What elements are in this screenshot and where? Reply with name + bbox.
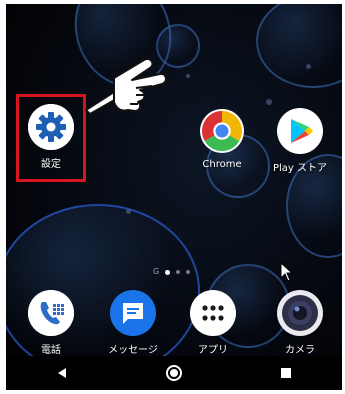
page-indicator-google: G (153, 267, 160, 276)
app-phone[interactable]: 電話 (16, 290, 86, 356)
page-dot (165, 269, 171, 275)
wallpaper-dot (186, 74, 190, 78)
wallpaper-dot (306, 64, 311, 69)
wallpaper-bubble (256, 4, 342, 88)
app-label: 電話 (41, 345, 61, 356)
wallpaper-dot (126, 209, 131, 214)
play-store-icon (277, 108, 323, 154)
page-indicator: G (153, 267, 191, 276)
app-drawer-icon (190, 290, 236, 336)
app-label: メッセージ (108, 345, 158, 356)
recents-square-icon (281, 368, 291, 378)
wallpaper-dot (266, 99, 272, 105)
recents-button[interactable] (266, 358, 306, 388)
navigation-bar (6, 356, 342, 390)
app-play-store[interactable]: Play ストア (265, 108, 335, 174)
app-label: Chrome (202, 159, 242, 170)
app-label: アプリ (198, 345, 228, 356)
mouse-cursor-icon (280, 262, 294, 282)
camera-icon (277, 290, 323, 336)
app-label: Play ストア (272, 163, 328, 174)
page-dot (176, 270, 181, 274)
phone-icon (28, 290, 74, 336)
app-label: カメラ (285, 345, 315, 356)
highlight-box (16, 94, 86, 182)
back-button[interactable] (42, 358, 82, 388)
page-dot (186, 270, 191, 274)
app-messages[interactable]: メッセージ (98, 290, 168, 356)
back-triangle-icon (58, 368, 66, 378)
phone-screen: 設定 Chrome Play ストア G 電話 メッセージ アプリ カメラ (6, 4, 342, 390)
app-chrome[interactable]: Chrome (187, 108, 257, 170)
app-drawer[interactable]: アプリ (178, 290, 248, 356)
message-icon (110, 290, 156, 336)
pointing-hand-icon (85, 58, 167, 115)
home-button[interactable] (154, 358, 194, 388)
home-circle-icon (166, 365, 182, 381)
chrome-icon (199, 108, 245, 154)
app-camera[interactable]: カメラ (265, 290, 335, 356)
